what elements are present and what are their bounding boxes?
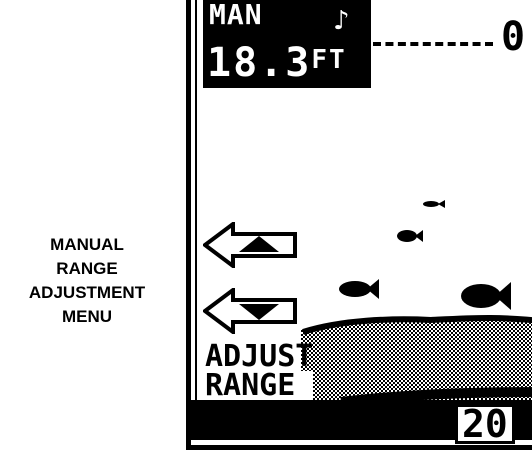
arrow-left-down-icon [201, 286, 297, 336]
fish-icon [339, 279, 379, 299]
depth-readout: 18.3FT [207, 40, 347, 86]
fish-icon [423, 200, 445, 208]
fish-icon [397, 230, 423, 242]
depth-unit: FT [311, 45, 347, 75]
adjust-label-line-1: ADJUST [205, 339, 314, 374]
fish-icon [461, 282, 511, 310]
caption-line-4: MENU [61, 307, 113, 326]
manual-range-adjustment-menu-caption: MANUAL RANGE ADJUSTMENT MENU [6, 233, 168, 329]
depth-readout-panel: MAN ♪ 18.3FT [203, 0, 371, 88]
range-down-button[interactable] [201, 286, 299, 336]
signal-icon: ♪ [333, 6, 350, 36]
adjust-range-label: ADJUST RANGE [205, 339, 314, 401]
sonar-screen: MAN ♪ 18.3FT 0 ADJUST RANGE 20 [186, 0, 532, 450]
range-bottom-value: 20 [455, 404, 515, 444]
adjust-label-line-2: RANGE [205, 371, 314, 401]
caption-line-2: RANGE [56, 259, 118, 278]
screen-inner-edge [195, 0, 197, 438]
range-up-button[interactable] [201, 220, 299, 270]
mode-label: MAN [209, 0, 263, 31]
caption-line-3: ADJUSTMENT [28, 283, 146, 302]
range-indicator-line [373, 42, 493, 46]
range-top-value: 0 [501, 14, 526, 60]
bottom-contour [301, 316, 532, 400]
depth-value: 18.3 [207, 40, 312, 86]
arrow-left-up-icon [201, 220, 297, 270]
caption-line-1: MANUAL [50, 235, 124, 254]
